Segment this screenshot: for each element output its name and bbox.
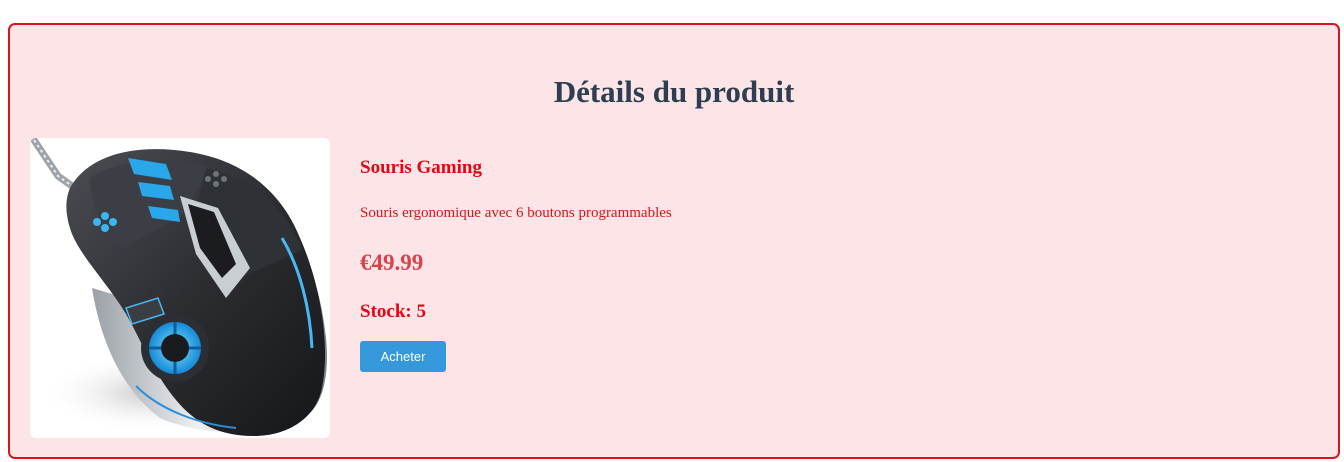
product-description: Souris ergonomique avec 6 boutons progra… <box>360 205 672 221</box>
product-image <box>30 138 330 438</box>
buy-button[interactable]: Acheter <box>360 341 446 372</box>
product-price: €49.99 <box>360 250 424 275</box>
side-wheel-icon <box>141 314 209 382</box>
gaming-mouse-illustration <box>30 138 327 436</box>
page-title: Détails du produit <box>553 74 795 109</box>
product-name: Souris Gaming <box>360 157 482 178</box>
product-stock: Stock: 5 <box>360 301 426 322</box>
product-details-card: Détails du produit Souris Gaming Souris … <box>8 23 1340 459</box>
